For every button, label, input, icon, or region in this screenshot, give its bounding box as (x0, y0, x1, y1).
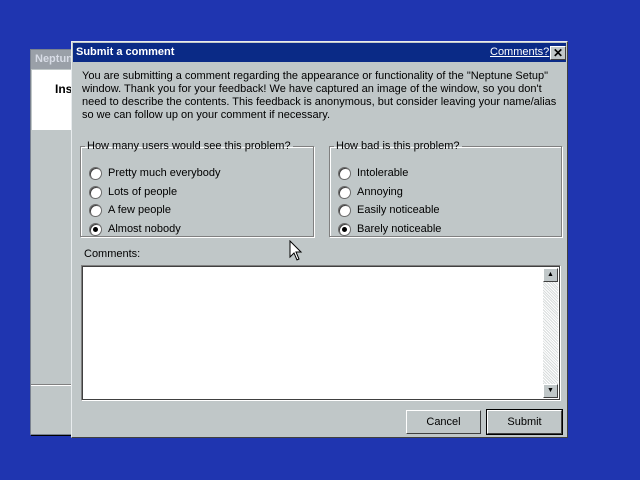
comments-help-link[interactable]: Comments? (490, 46, 549, 58)
radio-label: Intolerable (357, 167, 409, 179)
radio-button[interactable] (338, 185, 351, 199)
severity-option-intolerable[interactable]: Intolerable (338, 165, 408, 181)
mouse-pointer-icon (289, 240, 303, 261)
radio-label: Almost nobody (108, 223, 181, 235)
users-option-a-few-people[interactable]: A few people (89, 202, 171, 218)
close-button[interactable]: ✕ (550, 46, 566, 60)
radio-label: Lots of people (108, 186, 178, 198)
intro-line: need to describe the contents. This feed… (82, 96, 557, 108)
intro-line: window. Thank you for your feedback! We … (82, 83, 542, 95)
severity-option-barely-noticeable[interactable]: Barely noticeable (338, 221, 441, 237)
comments-label: Comments: (84, 248, 141, 260)
comments-scrollbar[interactable]: ▲ ▼ (543, 268, 558, 398)
radio-button-selected[interactable] (89, 222, 102, 236)
users-option-almost-nobody[interactable]: Almost nobody (89, 221, 181, 237)
radio-label: Easily noticeable (357, 204, 440, 216)
radio-button-selected[interactable] (338, 222, 351, 236)
severity-option-easily-noticeable[interactable]: Easily noticeable (338, 202, 440, 218)
radio-button[interactable] (89, 166, 102, 180)
radio-label: Barely noticeable (357, 223, 442, 235)
radio-label: Annoying (357, 186, 403, 198)
severity-group: How bad is this problem? Intolerable Ann… (329, 140, 562, 237)
submit-button[interactable]: Submit (486, 409, 563, 435)
dialog-titlebar[interactable]: Submit a comment Comments? ✕ (73, 43, 566, 62)
dialog-title: Submit a comment (76, 46, 175, 58)
users-option-pretty-much-everybody[interactable]: Pretty much everybody (89, 165, 221, 181)
intro-text: You are submitting a comment regarding t… (82, 70, 562, 122)
background-window-text: Ins (55, 82, 73, 96)
arrow-down-icon: ▼ (547, 387, 554, 394)
radio-button[interactable] (89, 185, 102, 199)
severity-legend: How bad is this problem? (336, 140, 460, 152)
arrow-up-icon: ▲ (547, 271, 554, 278)
users-option-lots-of-people[interactable]: Lots of people (89, 184, 177, 200)
severity-option-annoying[interactable]: Annoying (338, 184, 403, 200)
submit-comment-dialog: Submit a comment Comments? ✕ You are sub… (71, 41, 568, 438)
radio-label: Pretty much everybody (108, 167, 221, 179)
radio-button[interactable] (338, 166, 351, 180)
radio-button[interactable] (89, 203, 102, 217)
users-affected-group: How many users would see this problem? P… (80, 140, 314, 237)
radio-label: A few people (108, 204, 171, 216)
intro-line: You are submitting a comment regarding t… (82, 70, 549, 82)
scroll-down-button[interactable]: ▼ (543, 384, 558, 398)
users-affected-legend: How many users would see this problem? (87, 140, 291, 152)
comments-textarea[interactable] (84, 268, 544, 398)
comments-field-frame: ▲ ▼ (81, 265, 561, 401)
intro-line: so we can follow up on your comment if n… (82, 109, 331, 121)
scroll-up-button[interactable]: ▲ (543, 268, 558, 282)
cancel-button[interactable]: Cancel (406, 410, 481, 434)
close-icon: ✕ (552, 46, 564, 60)
radio-button[interactable] (338, 203, 351, 217)
